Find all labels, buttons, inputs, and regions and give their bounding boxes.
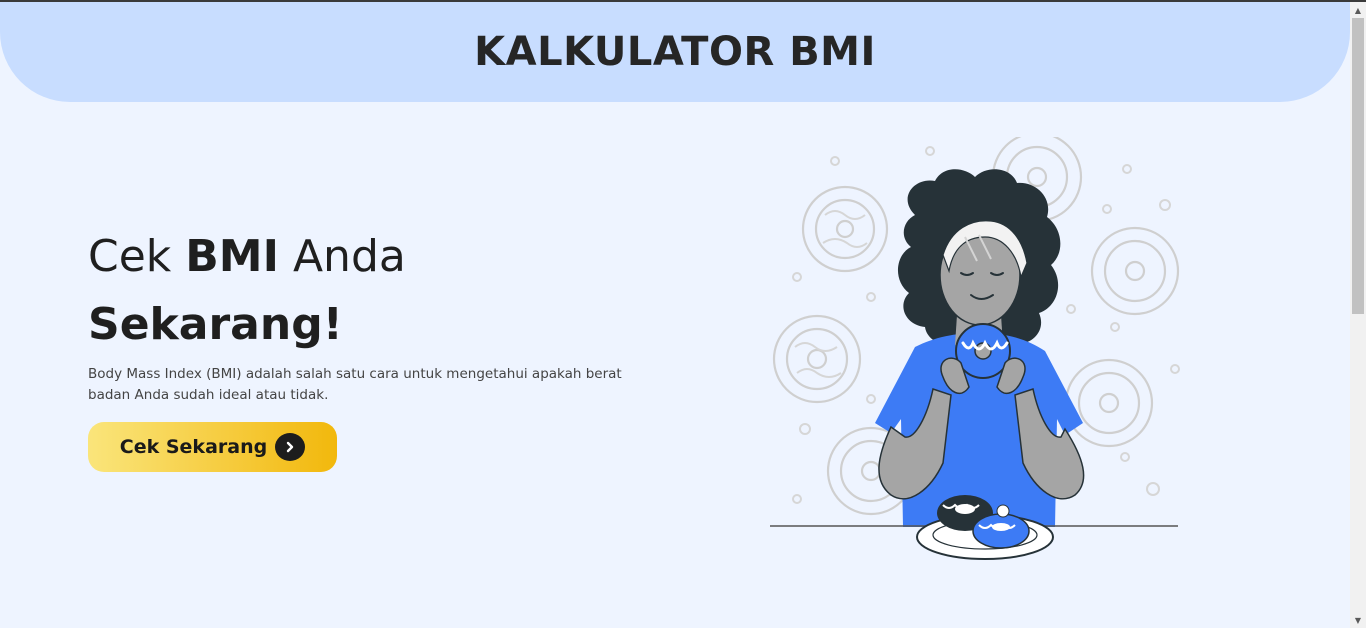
- hero-heading-line1: Cek BMI Anda: [88, 228, 668, 286]
- chevron-right-icon: [275, 433, 306, 461]
- hero-heading-prefix: Cek: [88, 231, 186, 282]
- scroll-up-arrow-icon[interactable]: ▲: [1350, 2, 1366, 18]
- scroll-down-arrow-icon[interactable]: ▼: [1350, 612, 1366, 628]
- hero-heading-line2: Sekarang!: [88, 299, 343, 350]
- woman-eating-donut-illustration: [770, 137, 1180, 560]
- hero-text: Cek BMI Anda Sekarang! Body Mass Index (…: [88, 228, 668, 420]
- site-header: KALKULATOR BMI: [0, 2, 1350, 102]
- hero-heading-suffix: Anda: [278, 231, 406, 282]
- hero-description: Body Mass Index (BMI) adalah salah satu …: [88, 366, 622, 403]
- vertical-scrollbar[interactable]: ▲ ▼: [1350, 2, 1366, 628]
- cek-sekarang-button[interactable]: Cek Sekarang: [88, 422, 337, 472]
- scrollbar-thumb[interactable]: [1352, 18, 1364, 314]
- page: KALKULATOR BMI Cek BMI Anda Sekarang! Bo…: [0, 2, 1350, 628]
- cta-label: Cek Sekarang: [119, 436, 268, 458]
- hero-heading-bold: BMI: [185, 231, 279, 282]
- site-title: KALKULATOR BMI: [474, 29, 876, 75]
